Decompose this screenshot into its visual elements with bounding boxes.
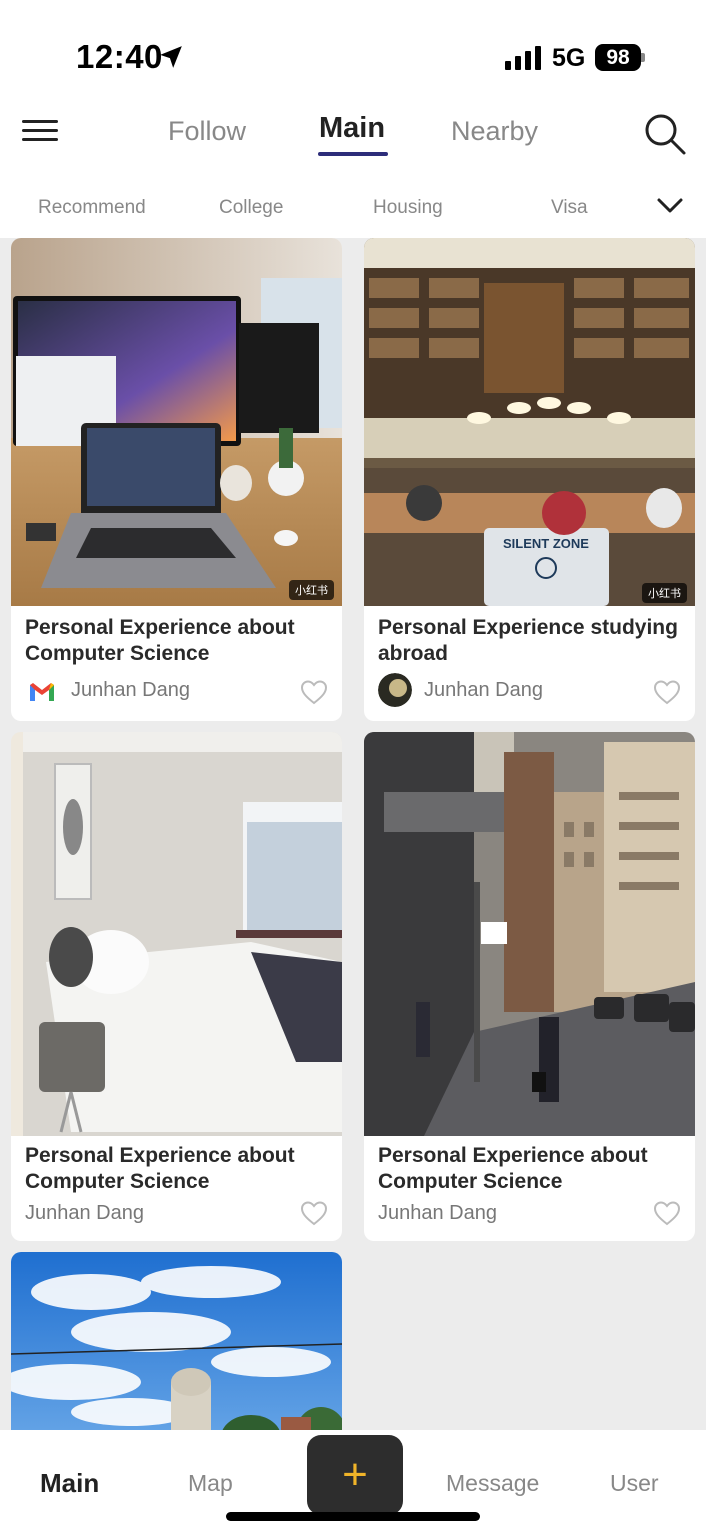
post-title: Personal Experience about Computer Scien… <box>378 1144 648 1193</box>
battery-icon: 98 <box>595 44 641 71</box>
category-college[interactable]: College <box>219 197 283 219</box>
sky-building-photo <box>11 1252 342 1430</box>
post-card[interactable]: Personal Experience about Computer Scien… <box>11 732 342 1241</box>
category-recommend[interactable]: Recommend <box>38 197 146 219</box>
author-name[interactable]: Junhan Dang <box>25 1202 144 1225</box>
nav-map[interactable]: Map <box>188 1470 233 1497</box>
category-visa[interactable]: Visa <box>551 197 588 219</box>
desk-setup-photo <box>11 238 342 606</box>
post-title: Personal Experience studying abroad <box>378 616 678 665</box>
author-row: Junhan Dang <box>25 676 325 712</box>
heart-icon[interactable] <box>653 1200 681 1226</box>
post-card[interactable]: Personal Experience about Computer Scien… <box>364 732 695 1241</box>
watermark: 小红书 <box>289 580 334 600</box>
hamburger-menu-icon[interactable] <box>22 120 60 146</box>
search-icon[interactable] <box>643 112 687 156</box>
post-feed[interactable]: 小红书 Personal Experience about Computer S… <box>0 238 706 1430</box>
home-indicator[interactable] <box>226 1512 480 1521</box>
author-row: Junhan Dang <box>378 673 678 709</box>
tab-nearby[interactable]: Nearby <box>451 116 538 147</box>
category-bar: Recommend College Housing Visa <box>0 180 706 238</box>
post-card[interactable]: 小红书 Personal Experience about Computer S… <box>11 238 342 721</box>
nav-main[interactable]: Main <box>40 1468 99 1499</box>
post-title: Personal Experience about Computer Scien… <box>25 1144 295 1193</box>
author-name[interactable]: Junhan Dang <box>71 679 190 702</box>
nav-user[interactable]: User <box>610 1470 659 1497</box>
location-arrow-icon <box>160 46 182 68</box>
category-housing[interactable]: Housing <box>373 197 443 219</box>
svg-text:SILENT ZONE: SILENT ZONE <box>503 536 589 551</box>
tab-follow[interactable]: Follow <box>168 116 246 147</box>
plus-icon: + <box>342 1450 368 1499</box>
post-card[interactable]: SILENT ZONE 小红书 Personal Experience stud… <box>364 238 695 721</box>
heart-icon[interactable] <box>300 679 328 705</box>
status-time: 12:40 <box>76 38 163 75</box>
gmail-icon <box>30 683 54 701</box>
active-tab-indicator <box>318 152 388 156</box>
library-photo: SILENT ZONE <box>364 238 695 606</box>
user-avatar[interactable] <box>378 673 412 707</box>
tab-main[interactable]: Main <box>319 112 385 145</box>
top-header: Follow Main Nearby <box>0 100 706 180</box>
post-title: Personal Experience about Computer Scien… <box>25 616 295 665</box>
bottom-nav: Main Map + Message User <box>0 1430 706 1536</box>
add-post-button[interactable]: + <box>307 1435 403 1515</box>
heart-icon[interactable] <box>653 679 681 705</box>
signal-icon <box>505 46 541 70</box>
status-bar: 12:40 5G 98 <box>0 0 706 100</box>
post-card[interactable] <box>11 1252 342 1430</box>
city-street-photo <box>364 732 695 1136</box>
author-name[interactable]: Junhan Dang <box>424 679 543 702</box>
network-type: 5G <box>552 44 586 72</box>
watermark: 小红书 <box>642 583 687 603</box>
bedroom-photo <box>11 732 342 1136</box>
author-name[interactable]: Junhan Dang <box>378 1202 497 1225</box>
chevron-down-icon[interactable] <box>656 196 684 216</box>
nav-message[interactable]: Message <box>446 1470 539 1497</box>
battery-tip <box>641 53 645 62</box>
heart-icon[interactable] <box>300 1200 328 1226</box>
